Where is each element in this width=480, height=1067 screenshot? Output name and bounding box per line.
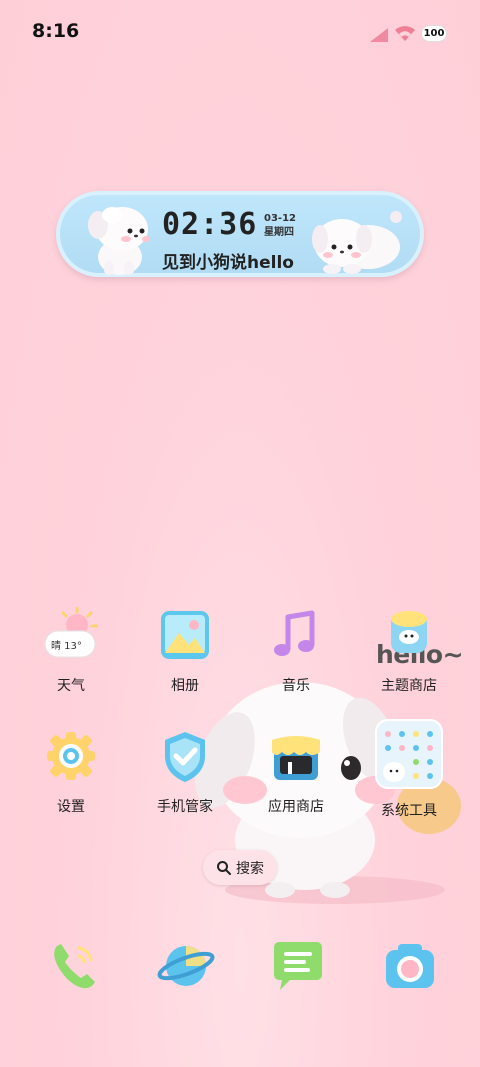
music-icon bbox=[266, 607, 326, 667]
app-label-app-store: 应用商店 bbox=[268, 799, 324, 815]
puppy-sitting-icon bbox=[88, 207, 150, 275]
app-phone-manager[interactable]: 手机管家 bbox=[135, 728, 235, 816]
app-label-settings: 设置 bbox=[57, 799, 85, 815]
phone-icon bbox=[54, 944, 95, 989]
app-label-music: 音乐 bbox=[282, 678, 310, 694]
app-theme-store[interactable]: 主题商店 bbox=[359, 607, 459, 695]
app-settings[interactable]: 设置 bbox=[21, 728, 121, 816]
app-label-weather: 天气 bbox=[57, 678, 85, 694]
dock-camera[interactable] bbox=[380, 936, 440, 996]
app-label-theme-store: 主题商店 bbox=[381, 678, 437, 694]
app-app-store[interactable]: 应用商店 bbox=[246, 728, 346, 816]
wifi-icon bbox=[395, 26, 415, 41]
weather-temp: 晴 13° bbox=[51, 641, 82, 652]
app-folder-system-tools[interactable]: 系统工具 bbox=[359, 718, 459, 820]
dock-messages[interactable] bbox=[268, 936, 328, 996]
search-button[interactable]: 搜索 bbox=[203, 850, 277, 885]
app-store-icon bbox=[266, 728, 326, 788]
signal-icon bbox=[370, 28, 388, 42]
app-weather[interactable]: 晴 13° 天气 bbox=[21, 606, 121, 695]
clock-widget[interactable]: 02:36 03-12 星期四 见到小狗说hello bbox=[56, 191, 424, 277]
battery-indicator: 100 bbox=[421, 25, 447, 42]
clock-time: 02:36 bbox=[162, 207, 258, 242]
app-label-gallery: 相册 bbox=[171, 678, 199, 694]
status-time: 8:16 bbox=[32, 20, 80, 42]
app-label-system-tools: 系统工具 bbox=[381, 803, 437, 819]
app-label-phone-manager: 手机管家 bbox=[157, 799, 213, 815]
security-icon bbox=[155, 728, 215, 788]
clock-weekday: 星期四 bbox=[264, 227, 294, 238]
messages-icon bbox=[274, 942, 322, 990]
widget-message: 见到小狗说hello bbox=[162, 253, 294, 273]
dock-browser[interactable] bbox=[156, 936, 216, 996]
puppy-lying-icon bbox=[312, 211, 402, 274]
settings-icon bbox=[41, 728, 101, 788]
camera-icon bbox=[386, 944, 434, 988]
clock-date: 03-12 星期四 bbox=[264, 212, 296, 240]
search-icon bbox=[217, 860, 231, 875]
clock-date-day: 03-12 bbox=[264, 213, 296, 224]
gallery-icon bbox=[155, 607, 215, 667]
theme-store-icon bbox=[379, 607, 439, 667]
app-music[interactable]: 音乐 bbox=[246, 607, 346, 695]
status-bar: 8:16 100 bbox=[0, 0, 480, 64]
browser-icon bbox=[157, 946, 215, 986]
weather-icon: 晴 13° bbox=[41, 606, 101, 667]
app-gallery[interactable]: 相册 bbox=[135, 607, 235, 695]
system-tools-folder-icon bbox=[374, 718, 444, 790]
dock-phone[interactable] bbox=[45, 936, 105, 996]
search-label: 搜索 bbox=[236, 860, 264, 877]
